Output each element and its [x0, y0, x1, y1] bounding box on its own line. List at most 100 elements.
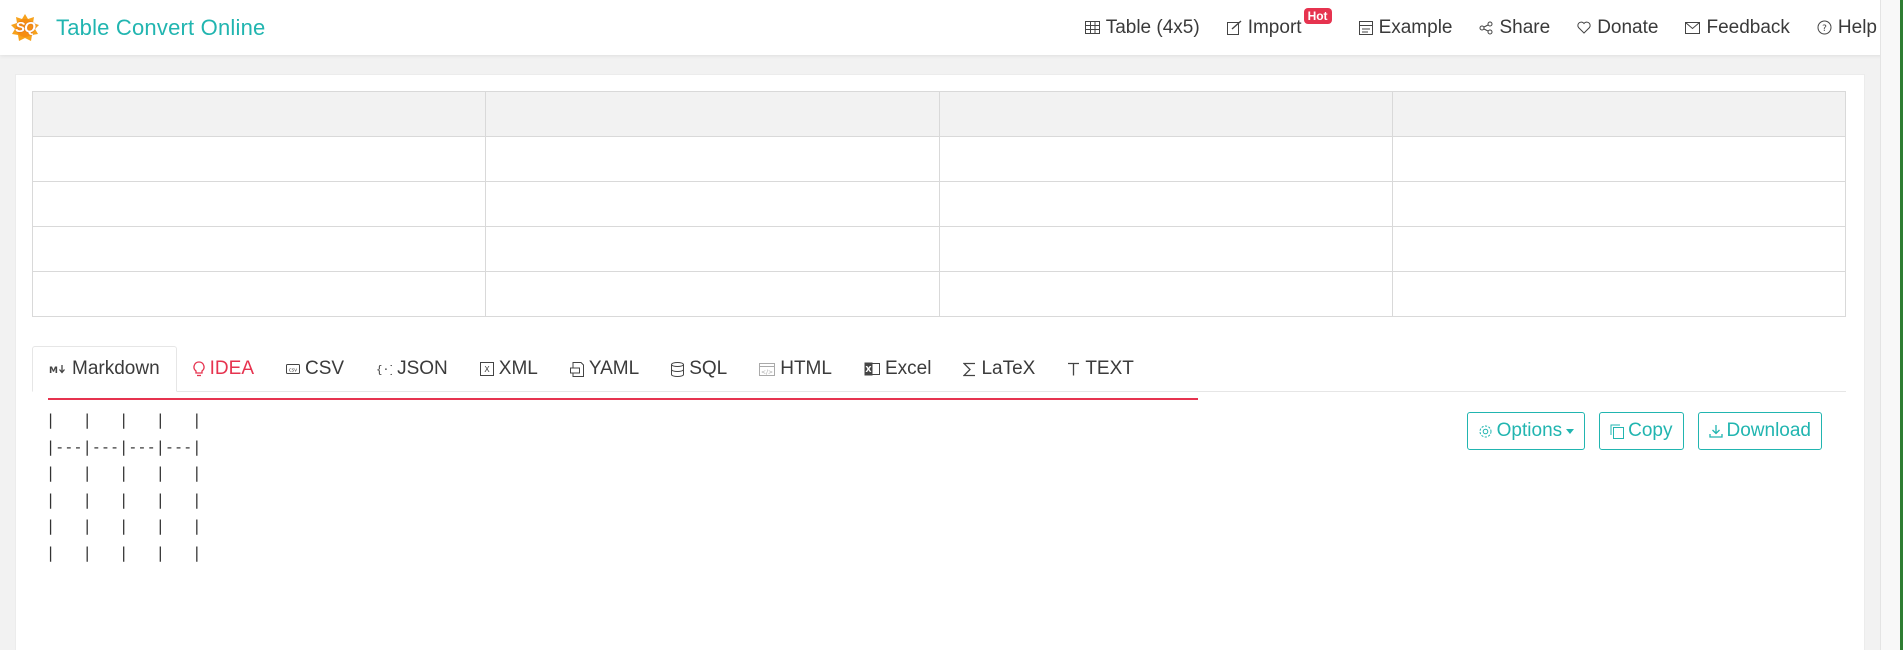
csv-icon: csv	[286, 362, 301, 376]
tab-label: LaTeX	[981, 358, 1036, 379]
tab-xml[interactable]: X XML	[464, 346, 554, 392]
options-button[interactable]: Options	[1466, 412, 1586, 450]
svg-text:X: X	[865, 365, 872, 374]
table-row	[31, 271, 1847, 317]
tab-html[interactable]: </> HTML	[743, 346, 848, 392]
copy-button[interactable]: Copy	[1599, 412, 1684, 450]
copy-icon	[1610, 424, 1625, 439]
table-cell[interactable]	[31, 181, 487, 227]
format-tabs: M Markdown IDEA csv CSV {·} JSON X	[32, 346, 1846, 392]
tab-yaml[interactable]: YAML	[554, 346, 655, 392]
menu-help-label: Help	[1837, 16, 1877, 38]
svg-text:M: M	[49, 366, 58, 374]
options-label: Options	[1496, 420, 1563, 441]
tab-label: JSON	[397, 358, 448, 379]
tab-csv[interactable]: csv CSV	[270, 346, 360, 392]
table-cell[interactable]	[485, 136, 940, 182]
table-cell[interactable]	[938, 226, 1393, 272]
tab-excel[interactable]: X Excel	[848, 346, 947, 392]
top-navbar: SQ Table Convert Online Table (4x5) Impo…	[0, 0, 1903, 55]
app-title[interactable]: Table Convert Online	[56, 15, 265, 41]
table-cell[interactable]	[485, 181, 940, 227]
menu-table-label: Table (4x5)	[1105, 16, 1200, 38]
copy-label: Copy	[1628, 420, 1673, 441]
tab-latex[interactable]: LaTeX	[947, 346, 1051, 392]
menu-share[interactable]: Share	[1479, 17, 1550, 39]
table-row	[31, 226, 1847, 272]
lightbulb-icon	[193, 361, 205, 377]
tab-label: XML	[498, 358, 538, 379]
table-cell[interactable]	[938, 136, 1393, 182]
download-button[interactable]: Download	[1697, 412, 1822, 450]
table-cell[interactable]	[1391, 226, 1847, 272]
header-cell[interactable]	[485, 91, 940, 137]
table-cell[interactable]	[1391, 271, 1847, 317]
hot-badge: Hot	[1303, 7, 1332, 24]
logo: SQ	[10, 13, 40, 43]
header-cell[interactable]	[31, 91, 487, 137]
svg-text:csv: csv	[289, 368, 297, 374]
menu-example-label: Example	[1378, 16, 1453, 38]
xml-icon: X	[479, 362, 494, 376]
tab-idea[interactable]: IDEA	[177, 346, 270, 392]
tabs-active-underline	[48, 398, 1198, 400]
table-cell[interactable]	[938, 181, 1393, 227]
brand[interactable]: SQ Table Convert Online	[10, 13, 265, 43]
table-cell[interactable]	[1391, 136, 1847, 182]
table-cell[interactable]	[31, 226, 487, 272]
download-label: Download	[1726, 420, 1812, 441]
markdown-output[interactable]: | | | | | |---|---|---|---| | | | | | | …	[46, 407, 746, 650]
svg-text:{·}: {·}	[376, 363, 392, 376]
tab-text[interactable]: TEXT	[1051, 346, 1150, 392]
tab-label: TEXT	[1085, 358, 1134, 379]
output-actions: Options Copy Download	[1466, 412, 1822, 450]
braces-icon: {·}	[376, 362, 392, 376]
excel-icon: X	[864, 362, 880, 376]
table-cell[interactable]	[938, 271, 1393, 317]
top-menu: Table (4x5) Import Hot Example Share Don…	[1084, 0, 1903, 55]
tab-label: IDEA	[209, 358, 255, 379]
tab-sql[interactable]: SQL	[655, 346, 743, 392]
html-icon: </>	[759, 362, 776, 376]
yaml-icon	[569, 361, 584, 377]
table-grid-icon	[1084, 21, 1100, 34]
header-cell[interactable]	[1391, 91, 1847, 137]
example-icon	[1358, 20, 1373, 35]
menu-import[interactable]: Import Hot	[1226, 7, 1332, 39]
tab-label: CSV	[305, 358, 345, 379]
table-cell[interactable]	[31, 136, 487, 182]
menu-donate[interactable]: Donate	[1577, 17, 1658, 39]
menu-example[interactable]: Example	[1358, 16, 1453, 39]
tab-label: Excel	[884, 358, 932, 379]
menu-table[interactable]: Table (4x5)	[1084, 16, 1200, 39]
table-cell[interactable]	[485, 271, 940, 317]
edit-import-icon	[1226, 20, 1242, 35]
svg-text:</>: </>	[761, 369, 773, 376]
table-cell[interactable]	[31, 271, 487, 317]
database-icon	[671, 361, 685, 377]
menu-donate-label: Donate	[1597, 16, 1659, 38]
header-cell[interactable]	[938, 91, 1393, 137]
side-panel-edge	[1880, 0, 1900, 650]
tab-label: YAML	[588, 358, 640, 379]
tab-json[interactable]: {·} JSON	[360, 346, 464, 392]
editor-panel: M Markdown IDEA csv CSV {·} JSON X	[15, 74, 1865, 650]
svg-text:X: X	[484, 365, 490, 374]
tab-markdown[interactable]: M Markdown	[32, 346, 177, 392]
menu-share-label: Share	[1499, 16, 1551, 38]
share-icon	[1479, 21, 1493, 35]
table-cell[interactable]	[485, 226, 940, 272]
menu-feedback[interactable]: Feedback	[1685, 17, 1790, 39]
table-row	[31, 181, 1847, 227]
tab-label: SQL	[689, 358, 728, 379]
mail-icon	[1685, 21, 1701, 34]
markdown-icon: M	[49, 364, 67, 374]
menu-import-label: Import	[1247, 16, 1302, 38]
tab-label: Markdown	[72, 358, 160, 379]
help-circle-icon: ?	[1817, 20, 1832, 35]
text-icon	[1067, 362, 1080, 376]
table-editor-grid	[31, 91, 1847, 317]
table-cell[interactable]	[1391, 181, 1847, 227]
menu-help[interactable]: ? Help	[1817, 17, 1877, 39]
svg-text:?: ?	[1822, 24, 1827, 34]
